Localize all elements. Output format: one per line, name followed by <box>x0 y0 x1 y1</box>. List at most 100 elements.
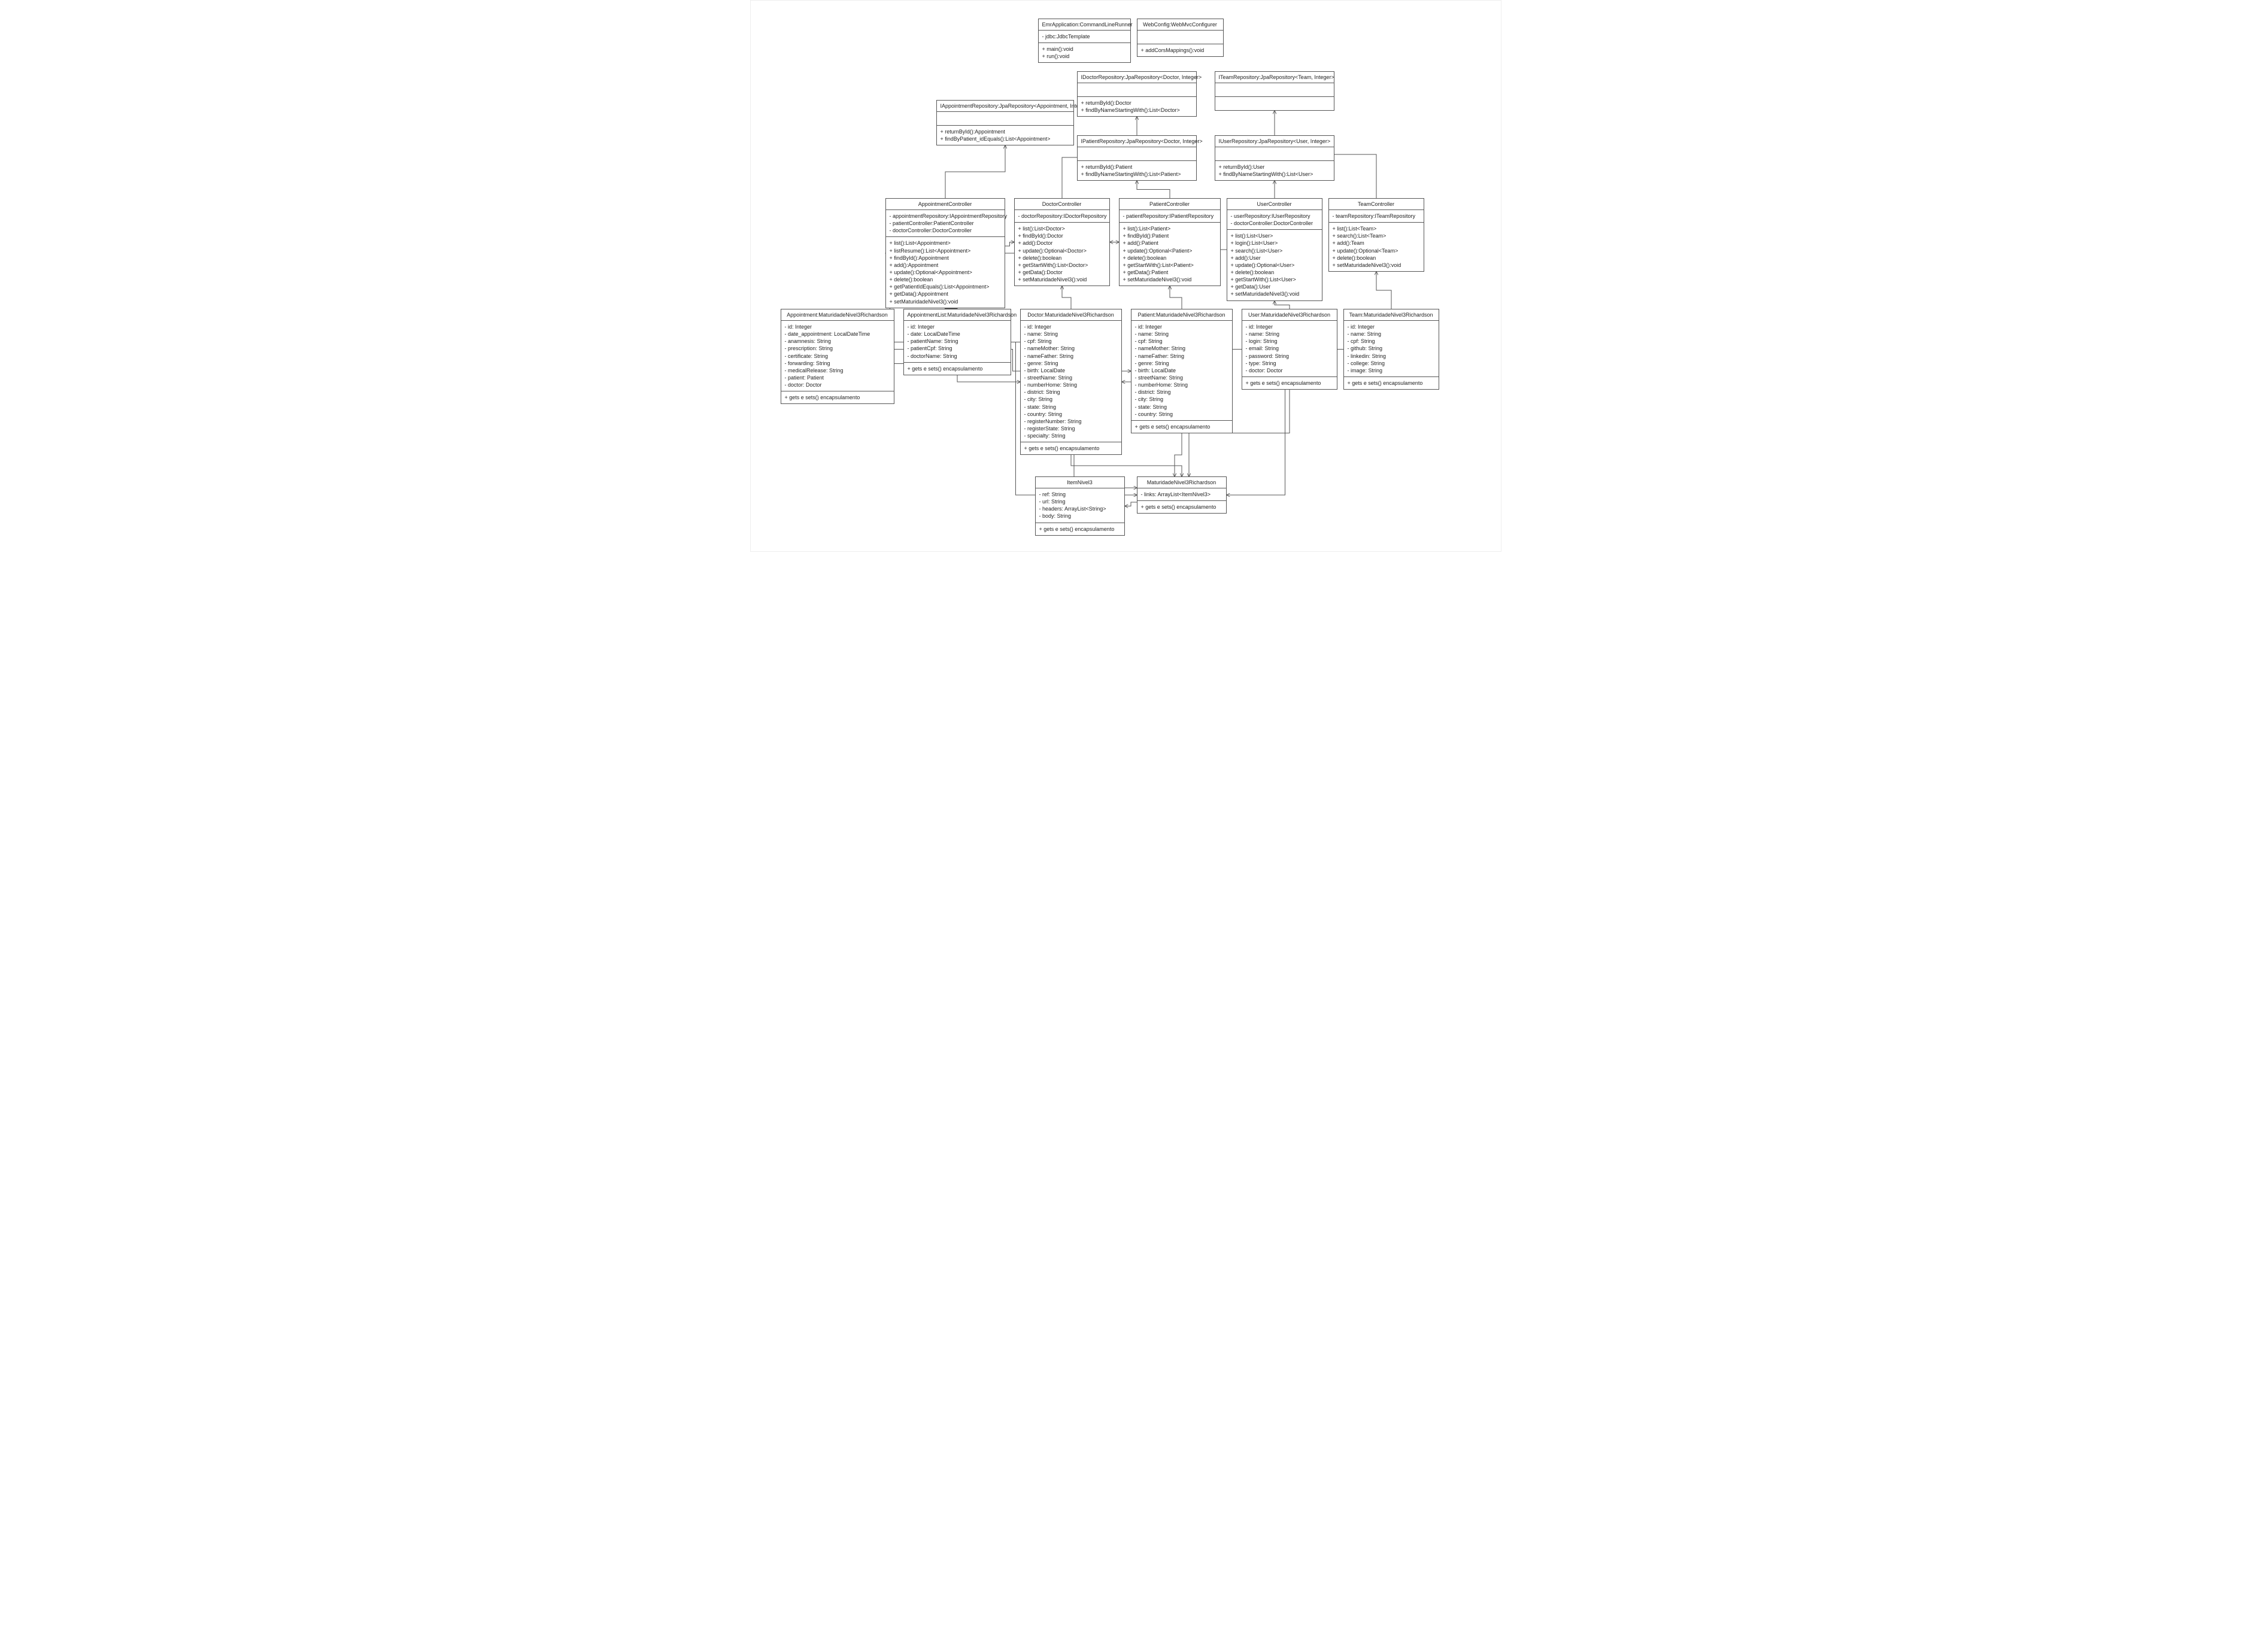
class-operations: + list():List<User>+ login():List<User>+… <box>1227 230 1322 300</box>
class-attribute: - numberHome: String <box>1135 381 1228 388</box>
class-attribute: - date_appointment: LocalDateTime <box>785 330 890 338</box>
class-operation: + update():Optional<Team> <box>1333 247 1420 254</box>
class-operation: + add():User <box>1231 254 1318 262</box>
class-operation: + setMaturidadeNivel3():void <box>1231 290 1318 297</box>
class-title: Team:MaturidadeNivel3Richardson <box>1344 309 1439 321</box>
class-operations: + returnById():Patient+ findByNameStarti… <box>1078 161 1196 180</box>
class-attribute: - specialty: String <box>1024 432 1118 439</box>
class-title: DoctorController <box>1015 199 1109 210</box>
class-appointment: Appointment:MaturidadeNivel3Richardson- … <box>781 309 894 404</box>
class-attribute: - type: String <box>1246 360 1333 367</box>
class-attribute: - nameMother: String <box>1135 345 1228 352</box>
class-attribute: - streetName: String <box>1135 374 1228 381</box>
class-attribute: - id: Integer <box>1024 323 1118 330</box>
class-attribute: - patientName: String <box>908 338 1007 345</box>
class-operation: + addCorsMappings():void <box>1141 47 1219 54</box>
class-title: ITeamRepository:JpaRepository<Team, Inte… <box>1215 72 1334 83</box>
class-title: Patient:MaturidadeNivel3Richardson <box>1131 309 1232 321</box>
class-operation: + findByNameStartingWith():List<Patient> <box>1081 171 1193 178</box>
class-operations: + gets e sets() encapsulamento <box>1344 377 1439 389</box>
class-attribute: - patient: Patient <box>785 374 890 381</box>
class-attribute: - image: String <box>1348 367 1435 374</box>
class-operation: + delete():boolean <box>1231 269 1318 276</box>
class-attribute: - name: String <box>1246 330 1333 338</box>
class-operations: + gets e sets() encapsulamento <box>781 391 894 403</box>
uml-diagram-canvas: EmrApplication:CommandLineRunner- jdbc:J… <box>750 0 1501 552</box>
class-attribute: - ref: String <box>1039 491 1121 498</box>
class-operation: + gets e sets() encapsulamento <box>1024 445 1118 452</box>
class-operation: + setMaturidadeNivel3():void <box>1018 276 1106 283</box>
class-emrapp: EmrApplication:CommandLineRunner- jdbc:J… <box>1038 19 1131 63</box>
class-operations: + returnById():Appointment+ findByPatien… <box>937 126 1073 145</box>
class-operation: + main():void <box>1042 45 1127 53</box>
class-attribute: - state: String <box>1135 403 1228 411</box>
class-attributes <box>1215 147 1334 161</box>
class-attributes: - teamRepository:ITeamRepository <box>1329 210 1424 223</box>
class-attribute: - id: Integer <box>1348 323 1435 330</box>
class-attribute: - cpf: String <box>1024 338 1118 345</box>
class-attribute: - medicalRelease: String <box>785 367 890 374</box>
class-attribute: - streetName: String <box>1024 374 1118 381</box>
class-attribute: - nameFather: String <box>1024 353 1118 360</box>
class-operation: + findByNameStartingWith():List<Doctor> <box>1081 107 1193 114</box>
class-attribute: - doctorController:DoctorController <box>1231 220 1318 227</box>
class-attributes: - id: Integer- name: String- cpf: String… <box>1021 321 1121 442</box>
class-operations: + addCorsMappings():void <box>1137 44 1223 56</box>
class-operations: + list():List<Team>+ search():List<Team>… <box>1329 223 1424 271</box>
class-attribute: - linkedin: String <box>1348 353 1435 360</box>
class-operation: + gets e sets() encapsulamento <box>1135 423 1228 430</box>
class-operation: + findById():Doctor <box>1018 232 1106 239</box>
class-operations: + list():List<Appointment>+ listResume()… <box>886 237 1005 307</box>
class-attributes: - doctorRepository:IDoctorRepository <box>1015 210 1109 223</box>
class-attributes: - userRepository:IUserRepository- doctor… <box>1227 210 1322 230</box>
class-attribute: - body: String <box>1039 512 1121 520</box>
class-attributes: - appointmentRepository:IAppointmentRepo… <box>886 210 1005 237</box>
class-attribute: - userRepository:IUserRepository <box>1231 212 1318 220</box>
class-attributes: - ref: String- url: String- headers: Arr… <box>1036 488 1124 523</box>
class-operation: + list():List<Appointment> <box>890 239 1001 247</box>
class-matn3: MaturidadeNivel3Richardson- links: Array… <box>1137 476 1227 514</box>
class-title: WebConfig:WebMvcConfigurer <box>1137 19 1223 31</box>
class-attribute: - city: String <box>1024 396 1118 403</box>
class-operation: + getData():Patient <box>1123 269 1216 276</box>
class-title: Doctor:MaturidadeNivel3Richardson <box>1021 309 1121 321</box>
connector <box>1071 455 1182 476</box>
class-attribute: - headers: ArrayList<String> <box>1039 505 1121 512</box>
class-operation: + gets e sets() encapsulamento <box>908 365 1007 372</box>
class-iuserrepo: IUserRepository:JpaRepository<User, Inte… <box>1215 135 1334 181</box>
class-attribute: - prescription: String <box>785 345 890 352</box>
class-operation: + returnById():Doctor <box>1081 99 1193 107</box>
class-attribute: - registerState: String <box>1024 425 1118 432</box>
class-attribute: - district: String <box>1024 388 1118 396</box>
class-patientctrl: PatientController- patientRepository:IPa… <box>1119 198 1221 286</box>
connector <box>1062 286 1071 309</box>
class-operation: + findByNameStartingWith():List<User> <box>1219 171 1330 178</box>
class-operation: + returnById():Patient <box>1081 163 1193 171</box>
class-attribute: - id: Integer <box>1135 323 1228 330</box>
class-operations: + gets e sets() encapsulamento <box>1036 523 1124 535</box>
connector <box>1376 272 1391 309</box>
class-operations: + main():void+ run():void <box>1039 43 1130 62</box>
class-attributes: - id: Integer- date_appointment: LocalDa… <box>781 321 894 391</box>
class-operation: + add():Team <box>1333 239 1420 247</box>
class-attribute: - name: String <box>1024 330 1118 338</box>
class-attribute: - college: String <box>1348 360 1435 367</box>
class-operation: + gets e sets() encapsulamento <box>1348 379 1435 387</box>
class-attribute: - url: String <box>1039 498 1121 505</box>
connector <box>1175 433 1182 476</box>
class-attribute: - birth: LocalDate <box>1024 367 1118 374</box>
class-attributes: - id: Integer- name: String- login: Stri… <box>1242 321 1337 377</box>
class-attributes: - links: ArrayList<ItemNivel3> <box>1137 488 1226 501</box>
class-attribute: - cpf: String <box>1135 338 1228 345</box>
class-attributes <box>1215 83 1334 97</box>
class-operation: + setMaturidadeNivel3():void <box>1333 262 1420 269</box>
class-operations: + returnById():User+ findByNameStartingW… <box>1215 161 1334 180</box>
class-title: MaturidadeNivel3Richardson <box>1137 477 1226 488</box>
class-operation: + findById():Patient <box>1123 232 1216 239</box>
class-attribute: - github: String <box>1348 345 1435 352</box>
class-operations: + list():List<Doctor>+ findById():Doctor… <box>1015 223 1109 286</box>
class-attribute: - country: String <box>1135 411 1228 418</box>
class-attribute: - name: String <box>1348 330 1435 338</box>
class-attributes <box>937 112 1073 126</box>
class-attribute: - id: Integer <box>785 323 890 330</box>
